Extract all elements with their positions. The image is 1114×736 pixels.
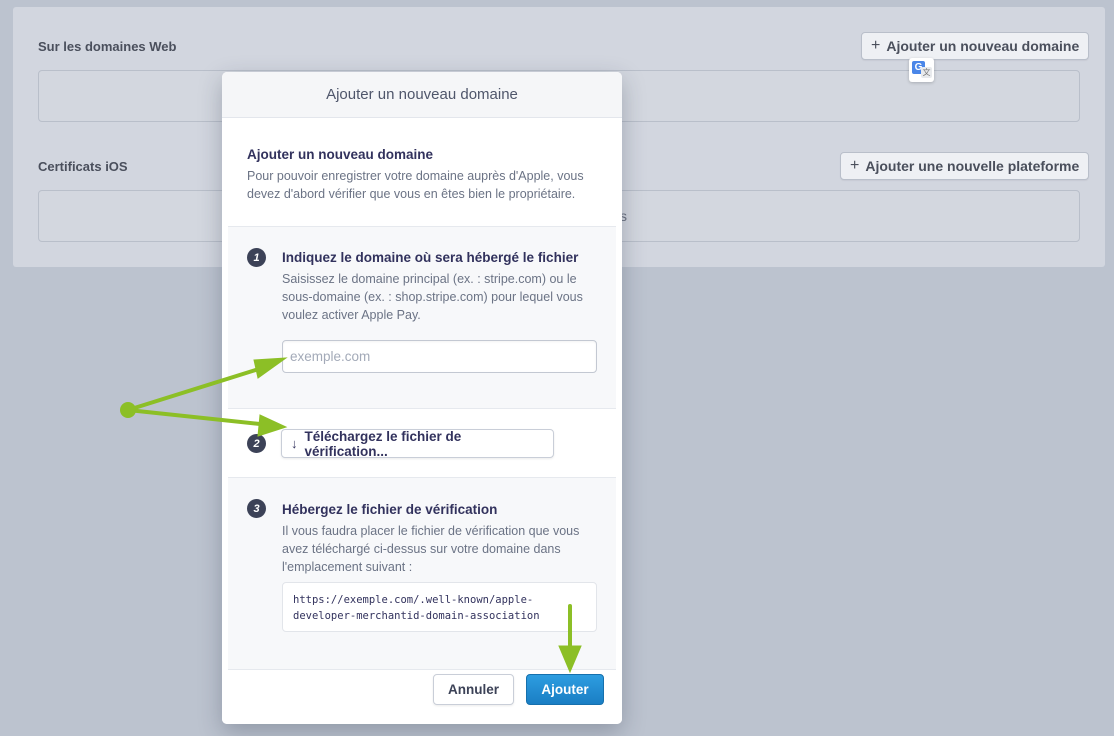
step-1-text: Saisissez le domaine principal (ex. : st… xyxy=(282,272,583,322)
intro-text: Pour pouvoir enregistrer votre domaine a… xyxy=(247,169,584,201)
web-domains-title: Sur les domaines Web xyxy=(38,39,177,54)
step-2-badge: 2 xyxy=(247,434,266,453)
modal-footer: Annuler Ajouter xyxy=(222,670,622,724)
arrow-origin-dot xyxy=(120,402,136,418)
download-verification-button[interactable]: ↓ Téléchargez le fichier de vérification… xyxy=(281,428,554,459)
step-1-badge: 1 xyxy=(247,248,266,267)
intro-title: Ajouter un nouveau domaine xyxy=(247,147,434,162)
add-domain-modal: Ajouter un nouveau domaine Ajouter un no… xyxy=(222,72,622,724)
add-platform-label: Ajouter une nouvelle plateforme xyxy=(865,158,1080,174)
ios-certificates-title: Certificats iOS xyxy=(38,159,128,174)
step-3-title: Hébergez le fichier de vérification xyxy=(282,502,498,517)
cancel-button[interactable]: Annuler xyxy=(433,674,514,705)
step-1-section: 1 Indiquez le domaine où sera hébergé le… xyxy=(228,226,616,409)
add-domain-label: Ajouter un nouveau domaine xyxy=(886,38,1080,54)
step-3-badge: 3 xyxy=(247,499,266,518)
step-3-text: Il vous faudra placer le fichier de véri… xyxy=(282,524,580,574)
modal-intro: Ajouter un nouveau domaine Pour pouvoir … xyxy=(247,147,607,203)
modal-title: Ajouter un nouveau domaine xyxy=(222,72,622,118)
step-1-title: Indiquez le domaine où sera hébergé le f… xyxy=(282,250,579,265)
add-platform-button[interactable]: + Ajouter une nouvelle plateforme xyxy=(840,152,1090,180)
domain-input[interactable] xyxy=(282,340,597,373)
plus-icon: + xyxy=(871,37,881,54)
add-domain-button[interactable]: + Ajouter un nouveau domaine xyxy=(861,32,1090,60)
download-verification-label: Téléchargez le fichier de vérification..… xyxy=(304,428,462,459)
verification-url: https://exemple.com/.well-known/apple-de… xyxy=(282,582,597,632)
step-3-section: 3 Hébergez le fichier de vérification Il… xyxy=(228,477,616,670)
add-button[interactable]: Ajouter xyxy=(526,674,604,705)
google-translate-icon[interactable]: G 文 xyxy=(909,58,934,82)
arrow-down-icon: ↓ xyxy=(291,436,298,451)
plus-icon: + xyxy=(850,157,860,174)
